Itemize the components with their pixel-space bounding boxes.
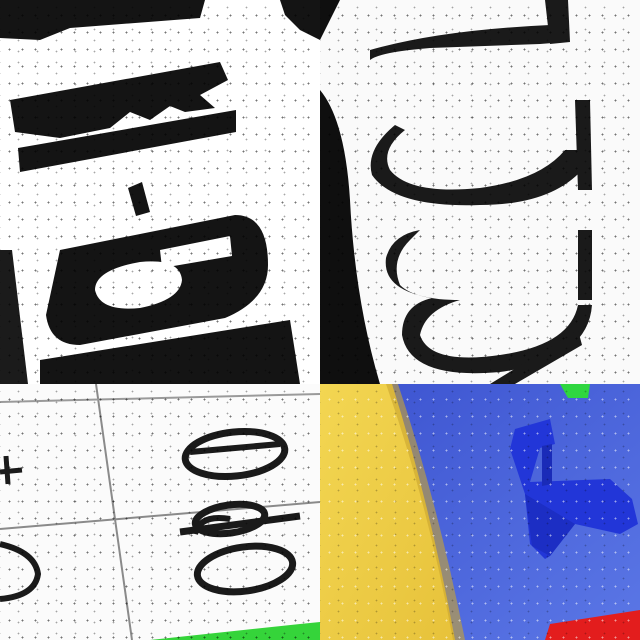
toy-letter-tile xyxy=(320,384,640,640)
grid-letters-drawing xyxy=(0,384,320,640)
bold-black-letters-tile xyxy=(0,0,320,384)
grid-letters-tile xyxy=(0,384,320,640)
serif-digits-drawing xyxy=(320,0,640,384)
photo-mosaic xyxy=(0,0,640,640)
bold-letters-drawing xyxy=(0,0,320,384)
toy-letter-drawing xyxy=(320,384,640,640)
serif-digits-tile xyxy=(320,0,640,384)
